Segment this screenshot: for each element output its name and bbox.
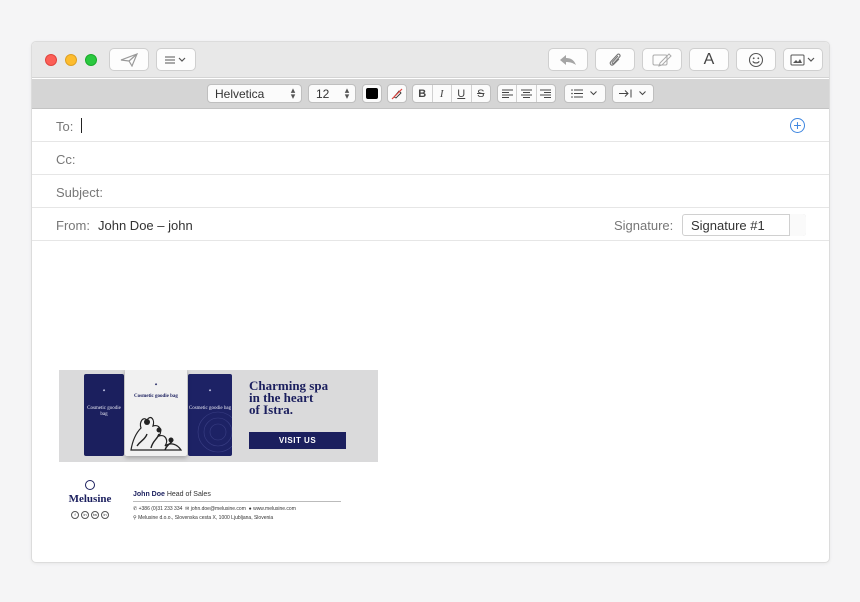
signature-address-line: ⚲ Melusine d.o.o., Slovenska cesta X, 10…	[133, 515, 273, 521]
font-family-value: Helvetica	[215, 86, 265, 101]
format-bar: Helvetica ▴ ▾ 12 ▴ ▾ B I U S	[32, 79, 829, 109]
zoom-window-button[interactable]	[85, 54, 97, 66]
signature-contacts: ✆ +386 (0)31 233 334 ✉ john.doe@melusine…	[133, 506, 296, 512]
align-left-button[interactable]	[498, 85, 518, 102]
chevron-down-icon	[590, 91, 597, 96]
text-style-group: B I U S	[412, 84, 491, 103]
reply-arrow-icon	[560, 54, 576, 65]
add-contact-icon[interactable]: +	[790, 118, 805, 133]
markup-pencil-icon	[652, 52, 672, 67]
header-fields-button[interactable]	[156, 48, 196, 71]
underline-button[interactable]: U	[452, 85, 472, 102]
melusine-logo-icon	[85, 480, 95, 490]
list-chevron-icon	[165, 56, 186, 63]
globe-icon: ●	[248, 506, 252, 512]
linkedin-icon[interactable]: in	[101, 511, 109, 519]
indent-icon	[619, 89, 632, 98]
send-button[interactable]	[109, 48, 149, 71]
attach-button[interactable]	[595, 48, 635, 71]
font-size-select[interactable]: 12 ▴ ▾	[308, 84, 356, 103]
chevron-down-icon	[639, 91, 646, 96]
banner-headline: Charming spa in the heart of Istra.	[249, 379, 328, 417]
background-color-button[interactable]	[387, 84, 407, 103]
cc-label: Cc:	[56, 152, 76, 167]
twitter-icon[interactable]: tw	[91, 511, 99, 519]
signature-value: Signature #1	[691, 218, 765, 233]
facebook-icon[interactable]: f	[71, 511, 79, 519]
bag-brand-mark: ◆	[102, 388, 106, 392]
banner-headline-line: of Istra.	[249, 402, 294, 417]
social-links: f in tw in	[61, 511, 119, 519]
align-center-button[interactable]	[517, 85, 537, 102]
from-account-select[interactable]: John Doe – john	[98, 218, 193, 233]
signature-website[interactable]: www.melusine.com	[253, 506, 296, 512]
send-paper-plane-icon	[120, 52, 138, 67]
product-bag-center: ◆ Cosmetic goodie bag	[125, 370, 187, 456]
mail-compose-window: A Helvetica ▴ ▾ 12 ▴ ▾ B I U S To: + Cc:…	[31, 41, 830, 563]
reply-button[interactable]	[548, 48, 588, 71]
to-field[interactable]: To: +	[32, 110, 829, 142]
titlebar: A	[32, 42, 829, 78]
product-bag-left: ◆ Cosmetic goodie bag	[84, 374, 124, 456]
bag-center-label: Cosmetic goodie bag	[134, 394, 178, 399]
italic-button[interactable]: I	[433, 85, 452, 102]
location-pin-icon: ⚲	[133, 515, 137, 521]
phone-icon: ✆	[133, 506, 138, 512]
minimize-window-button[interactable]	[65, 54, 77, 66]
text-color-button[interactable]	[362, 84, 382, 103]
strikethrough-button[interactable]: S	[472, 85, 491, 102]
markup-button[interactable]	[642, 48, 682, 71]
indent-select[interactable]	[612, 84, 654, 103]
smiley-icon	[748, 52, 764, 67]
signature-divider	[133, 501, 341, 502]
signature-dropdown-stub[interactable]	[789, 214, 806, 236]
align-center-icon	[520, 89, 532, 98]
align-left-icon	[501, 89, 513, 98]
bag-brand-mark: ◆	[154, 382, 158, 386]
font-size-value: 12	[316, 86, 330, 101]
format-fonts-button[interactable]: A	[689, 48, 729, 71]
photo-browser-icon	[790, 54, 815, 65]
signature-title: Head of Sales	[166, 491, 211, 498]
font-family-select[interactable]: Helvetica ▴ ▾	[207, 84, 302, 103]
bag-left-label: Cosmetic goodie bag	[87, 406, 121, 417]
align-right-icon	[540, 89, 552, 98]
product-bag-right: ◆ Cosmetic goodie bag	[188, 374, 232, 456]
signature-logo-block: Melusine f in tw in	[61, 480, 119, 519]
subject-field[interactable]: Subject:	[32, 176, 829, 208]
photo-browser-button[interactable]	[783, 48, 823, 71]
signature-phone[interactable]: +386 (0)31 233 334	[139, 506, 183, 512]
up-down-chevron-icon: ▴ ▾	[290, 85, 296, 101]
promo-banner-image[interactable]: ◆ Cosmetic goodie bag ◆ Cosmetic goodie …	[59, 370, 378, 462]
cc-field[interactable]: Cc:	[32, 143, 829, 175]
bag-illustration-graphic	[130, 416, 183, 451]
subject-label: Subject:	[56, 185, 103, 200]
signature-label: Signature:	[614, 218, 674, 233]
signature-email[interactable]: john.doe@melusine.com	[191, 506, 246, 512]
bag-pattern-graphic	[197, 411, 232, 453]
from-label: From:	[56, 218, 90, 233]
close-window-button[interactable]	[45, 54, 57, 66]
linkedin-icon[interactable]: in	[81, 511, 89, 519]
background-color-icon	[391, 88, 403, 99]
to-label: To:	[56, 119, 74, 134]
signature-address: Melusine d.o.o., Slovenska cesta X, 1000…	[138, 515, 274, 521]
align-right-button[interactable]	[537, 85, 555, 102]
signature-name: John Doe	[133, 491, 165, 498]
visit-us-button[interactable]: VISIT US	[249, 432, 346, 449]
paperclip-icon	[609, 53, 621, 66]
text-color-swatch	[366, 88, 378, 99]
bulleted-list-icon	[571, 89, 583, 98]
up-down-chevron-icon: ▴ ▾	[344, 85, 350, 101]
email-icon: ✉	[185, 506, 190, 512]
signature-name-row: John Doe Head of Sales	[133, 491, 211, 498]
from-row: From: John Doe – john Signature: Signatu…	[32, 209, 829, 241]
company-logo-text: Melusine	[68, 493, 112, 505]
text-caret	[81, 118, 82, 133]
emoji-button[interactable]	[736, 48, 776, 71]
alignment-group	[497, 84, 556, 103]
bold-button[interactable]: B	[413, 85, 433, 102]
signature-select[interactable]: Signature #1	[682, 214, 806, 236]
list-style-select[interactable]	[564, 84, 606, 103]
